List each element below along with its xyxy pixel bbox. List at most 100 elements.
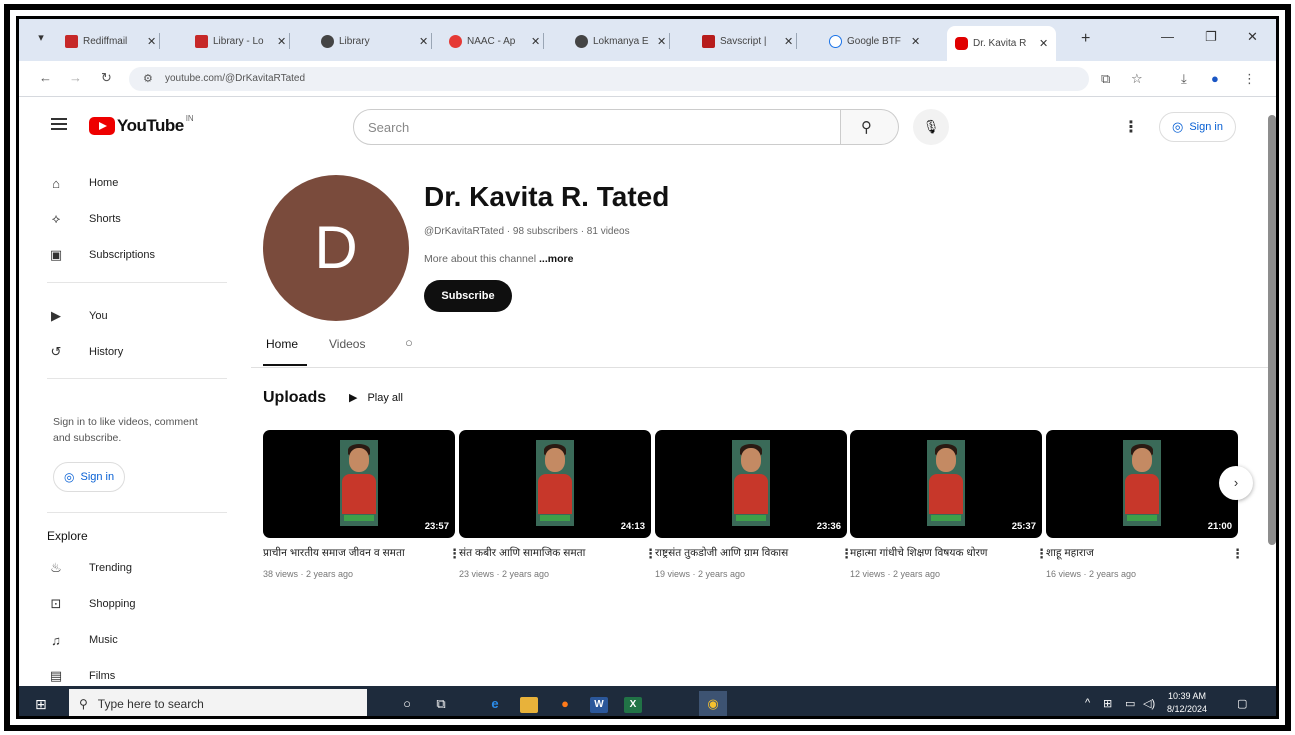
- sign-in-button[interactable]: ◎ Sign in: [1159, 112, 1236, 142]
- history-icon: ↺: [50, 344, 62, 359]
- taskbar-clock[interactable]: 10:39 AM 8/12/2024: [1167, 690, 1207, 716]
- close-tab-icon[interactable]: ✕: [419, 35, 428, 48]
- site-info-icon[interactable]: ⚙: [143, 72, 153, 85]
- excel-icon[interactable]: X: [619, 691, 647, 716]
- video-thumbnail[interactable]: 25:37: [850, 430, 1042, 538]
- tab-videos[interactable]: Videos: [329, 337, 365, 351]
- word-icon[interactable]: W: [585, 691, 613, 716]
- taskbar-search-input[interactable]: ⚲ Type here to search: [69, 689, 367, 716]
- video-duration: 23:57: [424, 521, 449, 532]
- new-tab-icon[interactable]: +: [1081, 30, 1090, 48]
- browser-tab[interactable]: NAAC - Ap ✕: [449, 28, 545, 54]
- browser-tab[interactable]: Library ✕: [321, 28, 433, 54]
- play-all-button[interactable]: ▶ Play all: [349, 391, 403, 405]
- close-tab-icon[interactable]: ✕: [784, 35, 793, 48]
- close-tab-icon[interactable]: ✕: [531, 35, 540, 48]
- video-card[interactable]: 23:36 राष्ट्रसंत तुकडोजी आणि ग्राम विकास…: [655, 430, 853, 579]
- youtube-masthead: YouTube IN Search ⚲ 🎙 ⋮ ◎ Sign in: [19, 98, 1276, 154]
- video-card[interactable]: 21:00 शाहू महाराज 16 views · 2 years ago…: [1046, 430, 1244, 579]
- video-thumbnail[interactable]: 21:00: [1046, 430, 1238, 538]
- edge-icon[interactable]: e: [481, 691, 509, 716]
- browser-tab[interactable]: Google BTF ✕: [829, 28, 920, 54]
- subscribe-button[interactable]: Subscribe: [424, 280, 512, 312]
- sidebar-sign-in-button[interactable]: ◎ Sign in: [53, 462, 126, 492]
- close-tab-icon[interactable]: ✕: [657, 35, 666, 48]
- close-tab-icon[interactable]: ✕: [911, 35, 920, 48]
- volume-icon[interactable]: ◁): [1143, 697, 1155, 710]
- guide-menu-icon[interactable]: [51, 118, 67, 130]
- search-input[interactable]: Search: [353, 109, 841, 145]
- chrome-icon[interactable]: ◉: [699, 691, 727, 716]
- tab-home[interactable]: Home: [266, 337, 298, 351]
- video-card[interactable]: 25:37 महात्मा गांधीचे शिक्षण विषयक धोरण …: [850, 430, 1048, 579]
- sidebar-item-subscriptions[interactable]: ▣ Subscriptions: [47, 244, 155, 266]
- video-title[interactable]: प्राचीन भारतीय समाज जीवन व समता: [263, 546, 441, 561]
- windows-start-icon[interactable]: ⊞: [35, 696, 47, 713]
- reload-icon[interactable]: ↻: [101, 70, 112, 86]
- channel-avatar[interactable]: D: [263, 175, 409, 321]
- close-tab-icon[interactable]: ✕: [277, 35, 286, 48]
- channel-about-more[interactable]: ...more: [539, 253, 573, 265]
- browser-tab-active[interactable]: Dr. Kavita R ✕: [947, 26, 1057, 61]
- tray-chevron-icon[interactable]: ^: [1085, 697, 1090, 709]
- cast-icon[interactable]: ⧉: [1101, 71, 1110, 87]
- page-scrollbar[interactable]: [1268, 115, 1276, 545]
- forward-icon[interactable]: →: [69, 70, 82, 85]
- settings-menu-icon[interactable]: ⋮: [1123, 117, 1139, 137]
- video-menu-icon[interactable]: ⋮: [1231, 546, 1244, 562]
- video-meta: 12 views · 2 years ago: [850, 569, 941, 579]
- notifications-icon[interactable]: ▢: [1237, 697, 1247, 710]
- firefox-icon[interactable]: ●: [551, 691, 579, 716]
- sidebar-item-trending[interactable]: ♨ Trending: [47, 557, 132, 579]
- video-title[interactable]: संत कबीर आणि सामाजिक समता: [459, 546, 637, 561]
- bookmark-star-icon[interactable]: ☆: [1131, 71, 1143, 87]
- close-tab-icon[interactable]: ✕: [147, 35, 156, 48]
- profile-icon[interactable]: ●: [1211, 71, 1219, 86]
- restore-icon[interactable]: ❐: [1205, 29, 1217, 45]
- close-tab-icon[interactable]: ✕: [1039, 37, 1048, 50]
- video-title[interactable]: राष्ट्रसंत तुकडोजी आणि ग्राम विकास: [655, 546, 833, 561]
- youtube-logo[interactable]: YouTube IN: [89, 114, 194, 136]
- download-icon[interactable]: ⤓: [1181, 71, 1187, 87]
- video-card[interactable]: 23:57 प्राचीन भारतीय समाज जीवन व समता 38…: [263, 430, 461, 579]
- address-bar[interactable]: ⚙ youtube.com/@DrKavitaRTated: [129, 67, 1089, 91]
- next-arrow-icon[interactable]: ›: [1219, 466, 1253, 500]
- back-icon[interactable]: ←: [39, 70, 52, 85]
- minimize-icon[interactable]: —: [1161, 29, 1174, 44]
- video-card[interactable]: 24:13 संत कबीर आणि सामाजिक समता 23 views…: [459, 430, 657, 579]
- video-thumbnail[interactable]: 23:57: [263, 430, 455, 538]
- video-title[interactable]: शाहू महाराज: [1046, 546, 1224, 561]
- tab-search-icon[interactable]: ▾: [33, 31, 49, 47]
- video-thumbnail[interactable]: 23:36: [655, 430, 847, 538]
- browser-menu-icon[interactable]: ⋮: [1243, 71, 1256, 87]
- close-window-icon[interactable]: ✕: [1247, 29, 1258, 45]
- video-duration: 23:36: [816, 521, 841, 532]
- sidebar-item-shorts[interactable]: ⟡ Shorts: [47, 208, 121, 230]
- sidebar-item-history[interactable]: ↺ History: [47, 341, 124, 363]
- sidebar-item-films[interactable]: ▤ Films: [47, 665, 115, 687]
- browser-tab[interactable]: Library - Lo ✕: [195, 28, 291, 54]
- task-view-icon[interactable]: ⧉: [427, 691, 455, 716]
- search-button[interactable]: ⚲: [841, 109, 899, 145]
- video-title[interactable]: महात्मा गांधीचे शिक्षण विषयक धोरण: [850, 546, 1028, 561]
- sidebar-item-shopping[interactable]: ⊡ Shopping: [47, 593, 136, 615]
- video-thumbnail[interactable]: 24:13: [459, 430, 651, 538]
- microphone-icon: 🎙: [922, 119, 940, 134]
- channel-about-link[interactable]: More about this channel ...more: [424, 253, 573, 265]
- browser-tab[interactable]: Rediffmail ✕: [65, 28, 161, 54]
- tab-favicon-icon: [65, 34, 78, 48]
- address-url[interactable]: youtube.com/@DrKavitaRTated: [165, 73, 305, 84]
- battery-icon[interactable]: ▭: [1125, 697, 1135, 710]
- sidebar-item-you[interactable]: ▶ You: [47, 305, 108, 327]
- channel-search-icon[interactable]: ○: [405, 335, 413, 350]
- voice-search-button[interactable]: 🎙: [913, 109, 949, 145]
- sidebar-item-music[interactable]: ♫ Music: [47, 629, 118, 651]
- network-icon[interactable]: ⊞: [1103, 697, 1112, 710]
- file-explorer-icon[interactable]: [515, 691, 543, 716]
- sidebar-item-home[interactable]: ⌂ Home: [47, 172, 118, 194]
- cortana-icon[interactable]: ○: [393, 691, 421, 716]
- uploads-heading[interactable]: Uploads: [263, 389, 326, 407]
- browser-tab[interactable]: Lokmanya E ✕: [575, 28, 671, 54]
- browser-tab[interactable]: Savscript | ✕: [702, 28, 798, 54]
- tab-favicon-icon: [321, 34, 334, 48]
